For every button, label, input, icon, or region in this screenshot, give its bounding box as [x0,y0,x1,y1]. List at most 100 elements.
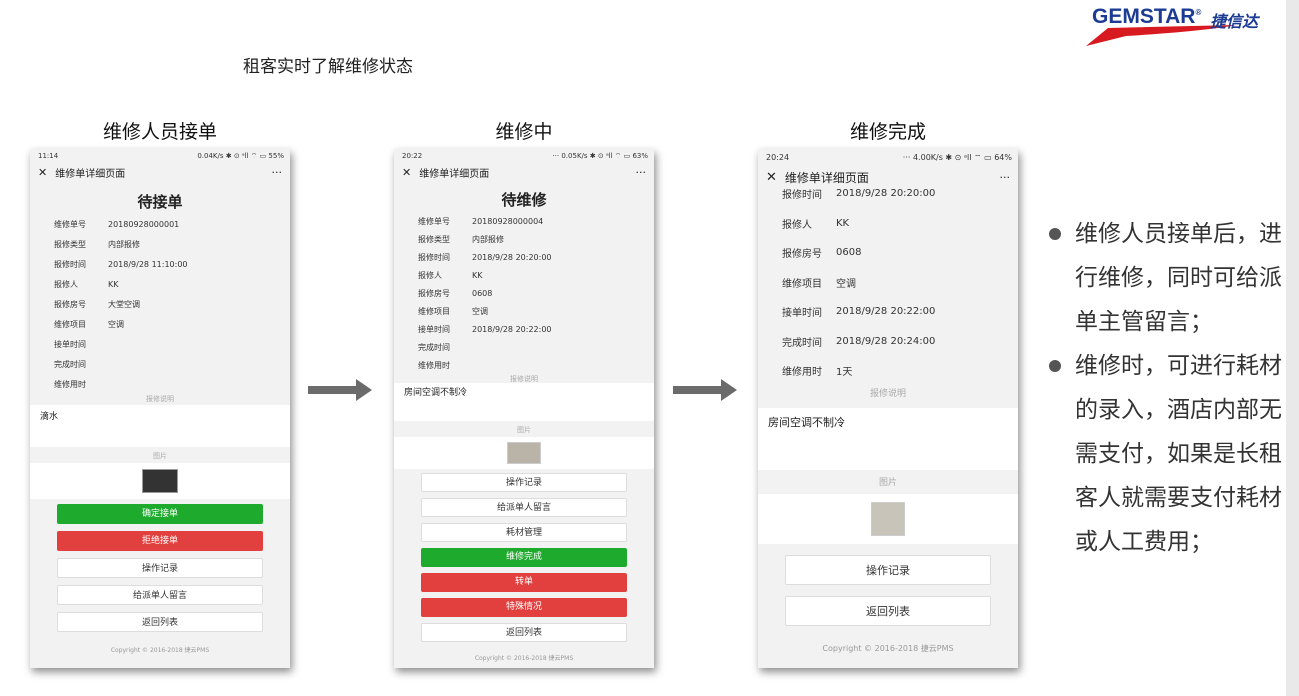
detail-row: 报修类型 内部报修 [394,230,654,248]
detail-row-key: 维修项目 [418,306,450,316]
detail-row-value: 空调 [836,278,856,290]
detail-row-value: 2018/9/28 20:20:00 [472,252,552,262]
detail-row-value: 内部报修 [472,234,504,244]
desc-label: 报修说明 [869,388,906,399]
action-button[interactable]: 确定接单 [57,504,263,524]
bullet-dot-icon [1049,228,1061,240]
more-icon[interactable]: ··· [1000,171,1011,184]
column-title-done: 维修完成 [849,121,926,143]
column-title-in-progress: 维修中 [495,121,553,143]
detail-row-key: 报修时间 [54,259,86,269]
detail-row-value: 2018/9/28 20:20:00 [836,188,936,200]
image-label: 图片 [878,477,897,488]
action-button[interactable]: 返回列表 [57,612,263,632]
photo-thumbnail[interactable] [871,501,905,536]
desc-text: 房间空调不制冷 [758,407,1018,470]
close-icon[interactable]: ✕ [38,166,47,179]
detail-row-key: 完成时间 [418,342,450,352]
logo-registered: ® [1195,8,1202,17]
action-button[interactable]: 操作记录 [57,558,263,578]
desc-label: 报修说明 [146,395,174,403]
detail-row-key: 报修类型 [418,234,450,244]
detail-row-key: 报修人 [54,279,78,289]
detail-row-key: 完成时间 [54,359,86,369]
action-button[interactable]: 转单 [421,573,627,592]
close-icon[interactable]: ✕ [402,166,411,179]
phone-screenshot-done: 20:24 ··· 4.00K/s ✱ ⊙ ᵃll ⌔ ▭ 64% ✕ 维修单详… [758,149,1018,668]
desc-text: 滴水 [30,405,290,447]
phone-screenshot-accept: 11:14 0.04K/s ✱ ⊙ ᵃll ⌔ ▭ 55% ✕ 维修单详细页面 … [30,149,290,668]
image-area [394,437,654,469]
detail-row: 接单时间 [30,334,290,354]
photo-thumbnail[interactable] [507,442,541,464]
status-bar: 20:24 ··· 4.00K/s ✱ ⊙ ᵃll ⌔ ▭ 64% [758,149,1018,167]
action-button[interactable]: 给派单人留言 [57,585,263,605]
bullet-dot-icon [1049,360,1061,372]
detail-row: 报修人 KK [394,266,654,284]
order-status-title: 待接单 [137,193,183,211]
detail-row: 维修项目 空调 [394,302,654,320]
gemstar-logo: GEMSTAR® 捷信达 [1086,4,1264,48]
action-button[interactable]: 操作记录 [785,554,991,585]
button-list: 操作记录给派单人留言 耗材管理维修完成转单特殊情况返回列表 [394,469,654,642]
detail-row-value: 2018/9/28 20:22:00 [836,306,936,318]
detail-row-value: 20180928000001 [108,219,180,229]
nav-title: 维修单详细页面 [55,168,126,180]
phone-screenshot-in-progress: 20:22 ··· 0.05K/s ✱ ⊙ ᵃll ⌔ ▭ 63% ✕ 维修单详… [394,149,654,668]
copyright: Copyright © 2016-2018 捷云PMS [110,647,210,654]
detail-rows: 维修单号 20180928000004 报修类型 内部报修 报修时间 2018/9/28 … [394,212,654,374]
detail-rows: 维修单号 20180928000001 报修类型 内部报修 报修时间 2018/9/28 … [30,214,290,394]
action-button[interactable]: 返回列表 [421,623,627,642]
image-area [758,493,1018,544]
logo-cn: 捷信达 [1210,12,1259,31]
action-button[interactable]: 返回列表 [785,595,991,626]
detail-row-value: 2018/9/28 20:24:00 [836,335,936,347]
action-button[interactable]: 特殊情况 [421,598,627,617]
more-icon[interactable]: ··· [636,166,647,179]
detail-row-value: KK [836,217,850,229]
detail-row: 完成时间 [30,354,290,374]
detail-row-value: 空调 [472,306,488,316]
action-button[interactable]: 拒绝接单 [57,531,263,551]
bullet-item: 维修时，可进行耗材的录入，酒店内部无需支付，如果是长租客人就需要支付耗材或人工费… [1046,344,1282,564]
image-label: 图片 [153,452,167,460]
detail-row-value: 20180928000004 [472,216,544,226]
detail-row: 维修用时 1天 [758,356,1018,386]
image-label: 图片 [517,426,531,434]
action-button[interactable]: 给派单人留言 [421,498,627,517]
status-time: 20:22 [402,152,423,160]
action-button[interactable]: 维修完成 [421,548,627,567]
detail-row: 维修用时 [394,356,654,374]
column-title-accept: 维修人员接单 [102,121,217,143]
detail-row-key: 维修用时 [782,367,822,379]
detail-row-key: 报修人 [782,219,812,231]
close-icon[interactable]: ✕ [766,170,777,185]
status-bar: 20:22 ··· 0.05K/s ✱ ⊙ ᵃll ⌔ ▭ 63% [394,149,654,164]
desc-label: 报修说明 [510,375,538,383]
detail-row-key: 报修时间 [418,252,450,262]
status-indicators: ··· 4.00K/s ✱ ⊙ ᵃll ⌔ ▭ 64% [902,153,1012,162]
status-bar: 11:14 0.04K/s ✱ ⊙ ᵃll ⌔ ▭ 55% [30,149,290,164]
nav-title: 维修单详细页面 [419,168,490,180]
detail-row: 报修时间 2018/9/28 20:20:00 [394,248,654,266]
slide-title: 租客实时了解维修状态 [243,57,413,77]
logo-brand: GEMSTAR [1092,5,1196,28]
detail-row-key: 报修时间 [782,190,822,202]
action-button[interactable]: 操作记录 [421,473,627,492]
detail-row: 报修房号 大堂空调 [30,294,290,314]
button-list: 确定接单拒绝接单操作记录给派单人留言 返回列表 [30,499,290,632]
bullet-text: 维修时，可进行耗材的录入，酒店内部无需支付，如果是长租客人就需要支付耗材或人工费… [1075,353,1282,555]
detail-row-key: 维修用时 [54,379,86,389]
detail-row-key: 报修房号 [782,249,822,261]
action-button[interactable]: 耗材管理 [421,523,627,542]
status-indicators: 0.04K/s ✱ ⊙ ᵃll ⌔ ▭ 55% [197,152,284,160]
detail-row-value: 大堂空调 [108,299,140,309]
detail-row-value: KK [108,279,119,289]
detail-row-key: 接单时间 [54,339,86,349]
detail-row-value: 空调 [108,319,124,329]
detail-row-value: 0608 [836,247,862,259]
photo-thumbnail[interactable] [142,469,178,493]
nav-bar: ✕ 维修单详细页面 ··· [30,164,290,180]
detail-row-value: KK [472,270,483,280]
more-icon[interactable]: ··· [272,166,283,179]
